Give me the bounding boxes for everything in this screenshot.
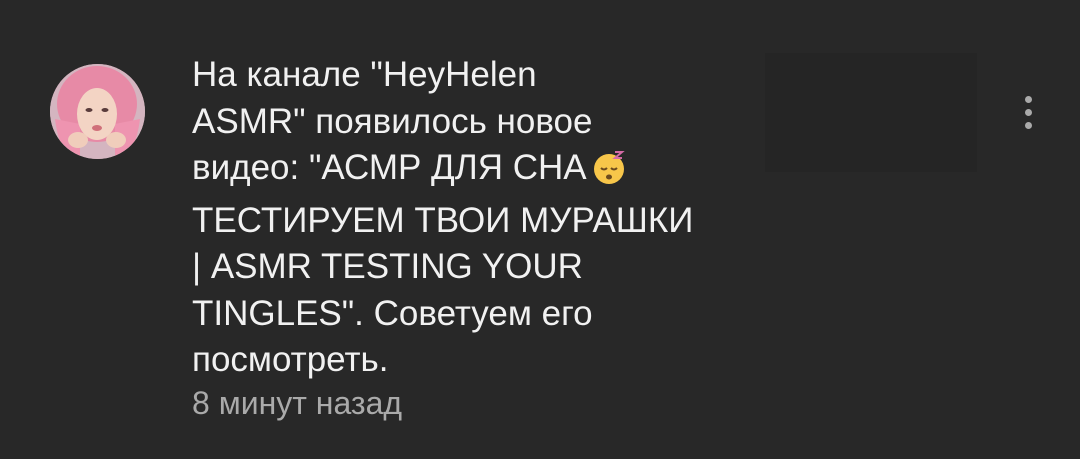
more-vertical-icon-dot-2 [1024, 108, 1032, 116]
video-thumbnail[interactable] [765, 53, 977, 172]
more-options-button[interactable] [1006, 80, 1050, 144]
channel-avatar[interactable] [50, 64, 145, 159]
sleeping-face-emoji-icon [591, 149, 627, 198]
more-vertical-icon-dot-1 [1024, 95, 1032, 103]
more-vertical-icon-dot-3 [1024, 121, 1032, 129]
message-text-end: ТЕСТИРУЕМ ТВОИ МУРАШКИ | ASMR TESTING YO… [192, 200, 694, 379]
message-text-start: На канале "HeyHelen ASMR" появилось ново… [192, 55, 593, 187]
notification-item[interactable]: На канале "HeyHelen ASMR" появилось ново… [0, 0, 1080, 459]
notification-timestamp: 8 минут назад [192, 385, 403, 421]
avatar-image-icon [50, 64, 145, 159]
notification-message[interactable]: На канале "HeyHelen ASMR" появилось ново… [192, 52, 752, 384]
